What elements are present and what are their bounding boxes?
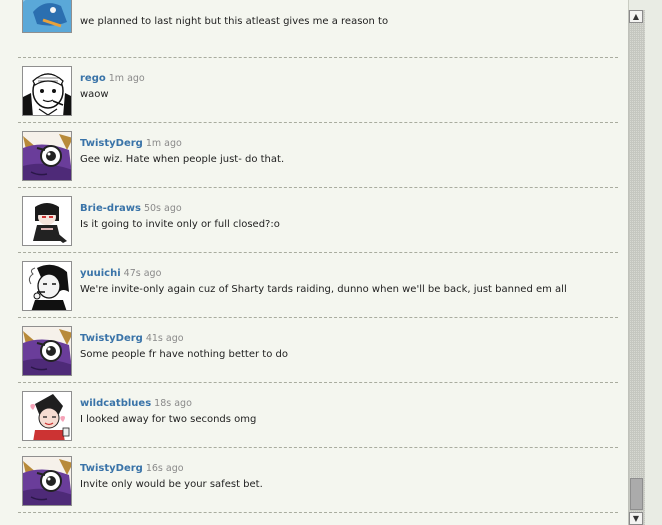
message-meta: rego 1m ago bbox=[80, 73, 145, 84]
timestamp: 47s ago bbox=[123, 268, 162, 279]
timestamp: 18s ago bbox=[154, 398, 192, 409]
timestamp: 1m ago bbox=[145, 138, 182, 149]
timestamp: 16s ago bbox=[145, 463, 184, 474]
scroll-down-button[interactable]: ▼ bbox=[629, 512, 643, 525]
message-text: Invite only would be your safest bet. bbox=[80, 479, 263, 490]
timestamp: 41s ago bbox=[145, 333, 184, 344]
message-feed: we planned to last night but this atleas… bbox=[0, 0, 628, 513]
username-link[interactable]: TwistyDerg bbox=[80, 333, 143, 344]
timestamp: 50s ago bbox=[143, 203, 182, 214]
username-link[interactable]: yuuichi bbox=[80, 268, 121, 279]
chat-message: Brie-draws 50s ago Is it going to invite … bbox=[18, 188, 618, 253]
chat-message: TwistyDerg 1m ago Gee wiz. Hate when peop… bbox=[18, 123, 618, 188]
username-link[interactable]: Brie-draws bbox=[80, 203, 141, 214]
username-link[interactable]: TwistyDerg bbox=[80, 463, 143, 474]
blue-dragon-avatar-icon[interactable] bbox=[22, 0, 72, 33]
message-text: waow bbox=[80, 89, 109, 100]
chat-message: we planned to last night but this atleas… bbox=[18, 0, 618, 58]
message-meta: TwistyDerg 1m ago bbox=[80, 138, 182, 149]
smoking-character-avatar-icon[interactable] bbox=[22, 261, 72, 311]
message-text: Is it going to invite only or full close… bbox=[80, 219, 280, 230]
username-link[interactable]: wildcatblues bbox=[80, 398, 151, 409]
chat-message: yuuichi 47s ago We're invite-only again c… bbox=[18, 253, 618, 318]
message-meta: TwistyDerg 16s ago bbox=[80, 463, 184, 474]
scrollbar-thumb[interactable] bbox=[630, 478, 643, 510]
chibi-character-avatar-icon[interactable] bbox=[22, 196, 72, 246]
username-link[interactable]: TwistyDerg bbox=[80, 138, 143, 149]
chat-message: TwistyDerg 41s ago Some people fr have no… bbox=[18, 318, 618, 383]
message-meta: yuuichi 47s ago bbox=[80, 268, 161, 279]
message-meta: Brie-draws 50s ago bbox=[80, 203, 182, 214]
message-text: I looked away for two seconds omg bbox=[80, 414, 257, 425]
timestamp: 1m ago bbox=[108, 73, 145, 84]
username-link[interactable]: rego bbox=[80, 73, 106, 84]
message-meta: TwistyDerg 41s ago bbox=[80, 333, 184, 344]
chat-message: TwistyDerg 16s ago Invite only would be y… bbox=[18, 448, 618, 513]
sketch-character-avatar-icon[interactable] bbox=[22, 66, 72, 116]
message-text: Gee wiz. Hate when people just- do that. bbox=[80, 154, 285, 165]
message-meta: wildcatblues 18s ago bbox=[80, 398, 192, 409]
message-text: We're invite-only again cuz of Sharty ta… bbox=[80, 284, 567, 295]
chat-message: wildcatblues 18s ago I looked away for tw… bbox=[18, 383, 618, 448]
vertical-scrollbar[interactable]: ▲ ▼ bbox=[628, 10, 645, 525]
purple-dragon-avatar-icon[interactable] bbox=[22, 131, 72, 181]
message-text: we planned to last night but this atleas… bbox=[80, 16, 389, 27]
pink-character-avatar-icon[interactable] bbox=[22, 391, 72, 441]
scroll-up-button[interactable]: ▲ bbox=[629, 10, 643, 23]
purple-dragon-avatar-icon[interactable] bbox=[22, 456, 72, 506]
purple-dragon-avatar-icon[interactable] bbox=[22, 326, 72, 376]
message-text: Some people fr have nothing better to do bbox=[80, 349, 288, 360]
chat-panel: we planned to last night but this atleas… bbox=[0, 0, 629, 525]
chat-message: rego 1m ago waow bbox=[18, 58, 618, 123]
